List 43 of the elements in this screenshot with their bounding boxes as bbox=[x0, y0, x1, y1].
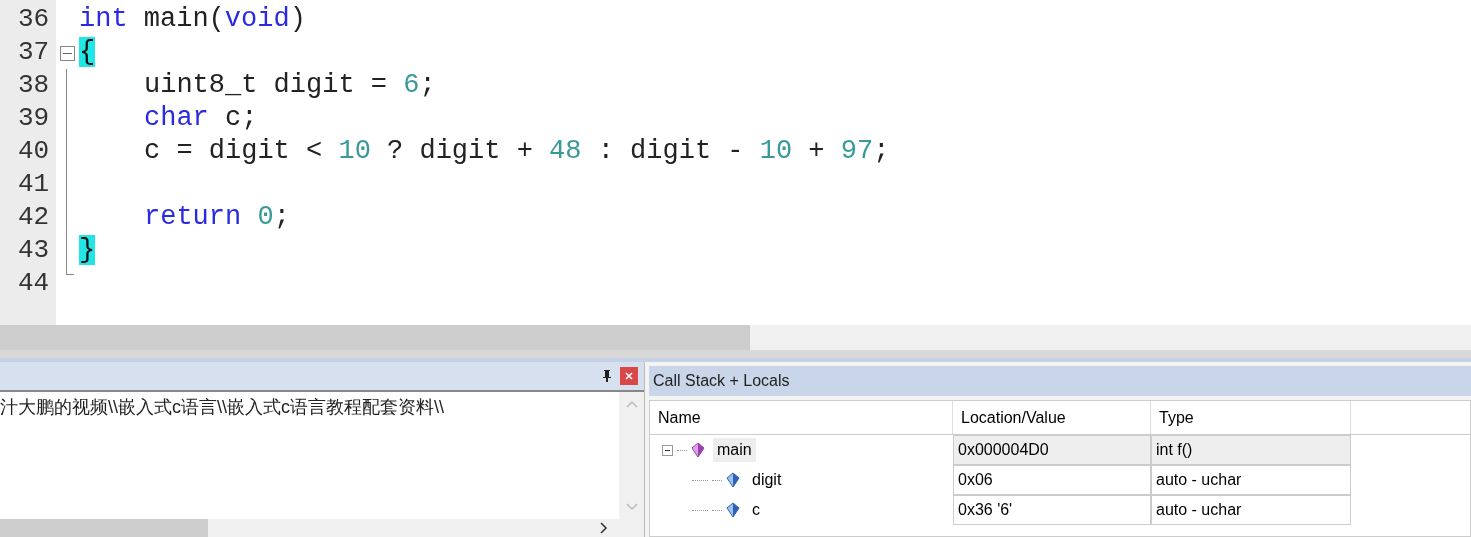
line-number: 40 bbox=[17, 135, 51, 168]
close-button[interactable] bbox=[620, 367, 638, 385]
panel-title: Call Stack + Locals bbox=[649, 366, 1471, 396]
table-cell: auto - uchar bbox=[1151, 465, 1351, 495]
splitter-bar[interactable] bbox=[0, 350, 1471, 362]
line-number: 43 bbox=[17, 234, 51, 267]
scroll-up-icon[interactable] bbox=[625, 400, 638, 408]
scroll-down-icon[interactable] bbox=[625, 503, 638, 511]
line-number: 41 bbox=[17, 168, 51, 201]
variable-name[interactable]: digit bbox=[748, 468, 786, 492]
line-number: 38 bbox=[17, 69, 51, 102]
vertical-scrollbar[interactable] bbox=[619, 392, 644, 519]
table-cell: auto - uchar bbox=[1151, 495, 1351, 525]
code-line: return 0; bbox=[144, 201, 291, 234]
horizontal-scrollbar[interactable] bbox=[0, 519, 644, 537]
line-number: 36 bbox=[17, 3, 51, 36]
variable-name[interactable]: c bbox=[748, 498, 764, 522]
table-cell: 0x36 '6' bbox=[953, 495, 1151, 525]
line-number: 42 bbox=[17, 201, 51, 234]
code-line: int main(void) bbox=[79, 3, 307, 36]
variable-icon bbox=[726, 502, 740, 518]
table-cell: 0x06 bbox=[953, 465, 1151, 495]
fold-toggle[interactable] bbox=[60, 46, 75, 61]
line-number: 37 bbox=[17, 36, 51, 69]
table-cell: int f() bbox=[1151, 435, 1351, 465]
code-line: char c; bbox=[144, 102, 259, 135]
column-header[interactable]: Location/Value bbox=[953, 401, 1151, 434]
column-header[interactable]: Name bbox=[650, 401, 953, 434]
pin-icon[interactable] bbox=[602, 369, 612, 383]
horizontal-scrollbar[interactable] bbox=[0, 325, 1471, 350]
code-line: uint8_t digit = 6; bbox=[144, 69, 437, 102]
line-number: 44 bbox=[17, 267, 51, 300]
variable-name[interactable]: main bbox=[713, 438, 756, 462]
line-number: 39 bbox=[17, 102, 51, 135]
output-text: 汁大鹏的视频\\嵌入式c语言\\嵌入式c语言教程配套资料\\ bbox=[0, 396, 445, 419]
scroll-right-icon[interactable] bbox=[600, 522, 608, 534]
code-line: c = digit < 10 ? digit + 48 : digit - 10 + 97; bbox=[144, 135, 890, 168]
variable-icon bbox=[726, 472, 740, 488]
column-header[interactable]: Type bbox=[1151, 401, 1351, 434]
collapse-toggle[interactable] bbox=[662, 444, 673, 456]
table-cell: 0x000004D0 bbox=[953, 435, 1151, 465]
function-icon bbox=[691, 442, 705, 458]
close-icon bbox=[625, 372, 633, 380]
